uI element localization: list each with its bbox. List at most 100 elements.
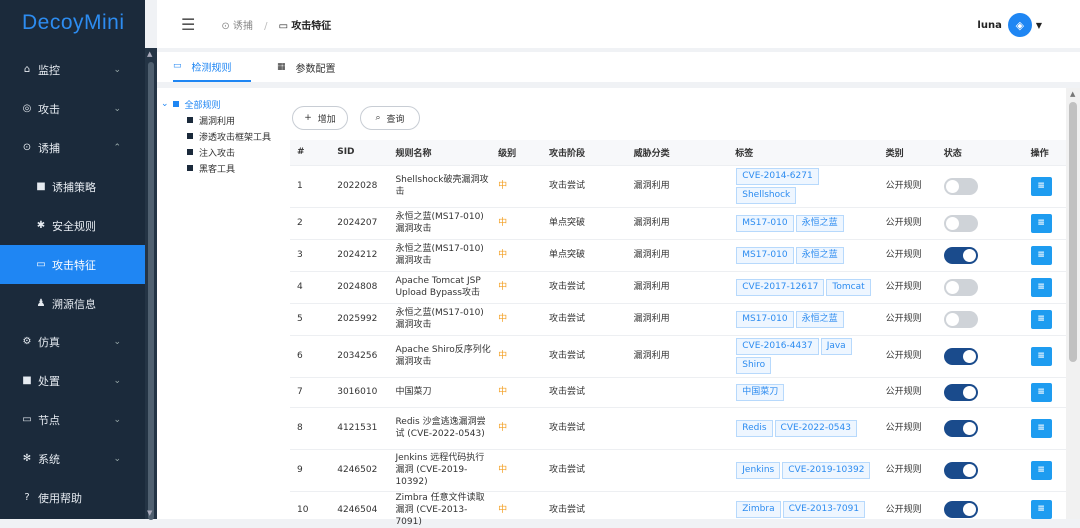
query-button[interactable]: ⌕ 查询 <box>360 106 420 130</box>
tree-node[interactable]: 注入攻击 <box>157 144 277 160</box>
sidebar-item-2[interactable]: ⊙ 诱捕 ⌃ <box>0 128 145 167</box>
scroll-up-icon[interactable]: ▲ <box>1070 90 1075 98</box>
table-row[interactable]: 10 4246504 Zimbra 任意文件读取漏洞 (CVE-2013-7091)… <box>290 490 1066 528</box>
sidebar-item-6[interactable]: ♟ 溯源信息 <box>0 284 145 323</box>
status-toggle[interactable] <box>943 419 978 437</box>
edit-icon[interactable]: ≡ <box>1030 309 1052 329</box>
avatar[interactable]: ◈ <box>1007 13 1032 37</box>
chevron-icon[interactable]: ⌄ <box>113 337 121 347</box>
tree-root[interactable]: ⌄ 全部规则 <box>157 96 277 112</box>
scroll-up-icon[interactable]: ▲ <box>147 50 152 58</box>
tag-badge[interactable]: CVE-2014-6271 <box>736 168 819 185</box>
chevron-down-icon[interactable]: ▼ <box>1036 21 1042 30</box>
tag-badge[interactable]: CVE-2022-0543 <box>774 419 857 437</box>
table-row[interactable]: 3 2024212 永恒之蓝(MS17-010)漏洞攻击 中 单点突破 漏洞利用 MS17-… <box>290 238 1066 271</box>
edit-icon[interactable]: ≡ <box>1030 176 1052 196</box>
cell-no: 1 <box>297 181 303 191</box>
tag-badge[interactable]: CVE-2017-12617 <box>736 278 825 296</box>
user-menu[interactable]: luna ◈ ▼ <box>977 13 1042 37</box>
content-scrollbar[interactable]: ▲ <box>1066 88 1080 519</box>
sidebar-item-8[interactable]: ■ 处置 ⌄ <box>0 361 145 400</box>
cell-name: Redis 沙盒逃逸漏洞尝试 (CVE-2022-0543) <box>395 417 486 439</box>
chevron-icon[interactable]: ⌄ <box>113 376 121 386</box>
chevron-icon[interactable]: ⌄ <box>113 454 121 464</box>
status-toggle[interactable] <box>943 347 978 365</box>
status-toggle[interactable] <box>943 214 978 232</box>
tag-badge[interactable]: CVE-2013-7091 <box>782 501 866 518</box>
chevron-icon[interactable]: ⌃ <box>113 143 121 153</box>
tag-badge[interactable]: 永恒之蓝 <box>795 310 844 328</box>
edit-icon[interactable]: ≡ <box>1030 460 1052 480</box>
tag-badge[interactable]: Jenkins <box>736 461 781 479</box>
status-toggle[interactable] <box>943 278 978 296</box>
table-row[interactable]: 4 2024808 Apache Tomcat JSP Upload Bypass攻… <box>290 270 1066 303</box>
chevron-icon[interactable]: ⌄ <box>113 415 121 425</box>
table-row[interactable]: 6 2034256 Apache Shiro反序列化漏洞攻击中 攻击尝试 漏洞利用 CVE… <box>290 334 1066 377</box>
table-row[interactable]: 1 2022028 Shellshock破壳漏洞攻击中 攻击尝试 漏洞利用 CVE-201… <box>290 164 1066 207</box>
tag-badge[interactable]: Shellshock <box>736 187 797 204</box>
table-row[interactable]: 2 2024207 永恒之蓝(MS17-010)漏洞攻击 中 单点突破 漏洞利用 MS17-… <box>290 206 1066 239</box>
table-row[interactable]: 9 4246502 Jenkins 远程代码执行漏洞 (CVE-2019-10392… <box>290 448 1066 491</box>
status-toggle[interactable] <box>943 177 978 195</box>
breadcrumb-parent[interactable]: 诱捕 <box>233 21 253 32</box>
cell-no: 3 <box>297 250 303 260</box>
scroll-down-icon[interactable]: ▼ <box>147 509 152 517</box>
status-toggle[interactable] <box>943 501 978 518</box>
sidebar-item-11[interactable]: ? 使用帮助 <box>0 478 145 517</box>
column-header: 攻击阶段 <box>541 140 627 165</box>
tree-node[interactable]: 渗透攻击框架工具 <box>157 128 277 144</box>
edit-icon[interactable]: ≡ <box>1030 346 1052 366</box>
tag-badge[interactable]: MS17-010 <box>736 246 794 264</box>
tag-badge[interactable]: Redis <box>736 419 773 437</box>
edit-icon[interactable]: ≡ <box>1030 418 1052 438</box>
cell-no: 10 <box>297 504 309 515</box>
menu-toggle-icon[interactable]: ☰ <box>181 15 195 34</box>
tag-badge[interactable]: 永恒之蓝 <box>795 214 844 232</box>
content-scroll-thumb[interactable] <box>1069 102 1077 362</box>
chevron-icon[interactable]: ⌄ <box>113 104 121 114</box>
sidebar-item-3[interactable]: ■ 诱捕策略 <box>0 167 145 206</box>
tag-badge[interactable]: Shiro <box>736 357 772 374</box>
edit-icon[interactable]: ≡ <box>1030 277 1052 297</box>
sidebar-item-9[interactable]: ▭ 节点 ⌄ <box>0 400 145 439</box>
tag-badge[interactable]: MS17-010 <box>736 310 794 328</box>
sidebar-item-7[interactable]: ⚙ 仿真 ⌄ <box>0 322 145 361</box>
status-toggle[interactable] <box>943 310 978 328</box>
chevron-icon[interactable]: ⌄ <box>113 65 121 75</box>
table-row[interactable]: 5 2025992 永恒之蓝(MS17-010)漏洞攻击 中 攻击尝试 漏洞利用 MS17-… <box>290 302 1066 335</box>
sidebar-item-0[interactable]: ⌂ 监控 ⌄ <box>0 50 145 89</box>
status-toggle[interactable] <box>943 461 978 479</box>
table-row[interactable]: 8 4121531 Redis 沙盒逃逸漏洞尝试 (CVE-2022-0543) 中 攻… <box>290 406 1066 449</box>
cell-cat: 公开规则 <box>885 314 922 324</box>
table-row[interactable]: 7 3016010 中国菜刀 中 攻击尝试 中国菜刀 公开规则 ≡ <box>290 376 1066 407</box>
edit-icon[interactable]: ≡ <box>1030 500 1052 519</box>
sidebar-item-4[interactable]: ✱ 安全规则 <box>0 206 145 245</box>
sidebar-scroll-thumb[interactable] <box>148 62 154 520</box>
tag-badge[interactable]: 永恒之蓝 <box>795 246 844 264</box>
tag-badge[interactable]: Zimbra <box>736 501 781 518</box>
tab-param-config[interactable]: ▦ 参数配置 <box>277 52 357 82</box>
sidebar-item-10[interactable]: ✻ 系统 ⌄ <box>0 439 145 478</box>
tag-badge[interactable]: CVE-2016-4437 <box>736 338 819 355</box>
tag-badge[interactable]: MS17-010 <box>736 214 794 232</box>
edit-icon[interactable]: ≡ <box>1030 245 1052 265</box>
tree-root-label: 全部规则 <box>184 100 221 111</box>
tag-badge[interactable]: Tomcat <box>826 278 871 296</box>
sidebar-scrollbar[interactable]: ▲ ▼ <box>145 48 157 520</box>
status-toggle[interactable] <box>943 383 978 401</box>
tree-node[interactable]: 漏洞利用 <box>157 112 277 128</box>
tag-badge[interactable]: 中国菜刀 <box>736 383 785 401</box>
sidebar-item-5[interactable]: ▭ 攻击特征 <box>0 245 145 284</box>
app-logo[interactable]: DecoyMini <box>0 0 145 48</box>
sidebar-item-1[interactable]: ◎ 攻击 ⌄ <box>0 89 145 128</box>
tag-badge[interactable]: CVE-2019-10392 <box>782 461 871 479</box>
edit-icon[interactable]: ≡ <box>1030 213 1052 233</box>
tree-node[interactable]: 黑客工具 <box>157 160 277 176</box>
edit-icon[interactable]: ≡ <box>1030 382 1052 402</box>
tag-badge[interactable]: Java <box>820 338 852 355</box>
status-toggle[interactable] <box>943 246 978 264</box>
chevron-down-icon[interactable]: ⌄ <box>161 99 169 109</box>
add-button[interactable]: + 增加 <box>292 106 348 130</box>
tab-detection-rules[interactable]: ▭ 检测规则 <box>173 52 251 82</box>
add-label: 增加 <box>317 114 336 125</box>
